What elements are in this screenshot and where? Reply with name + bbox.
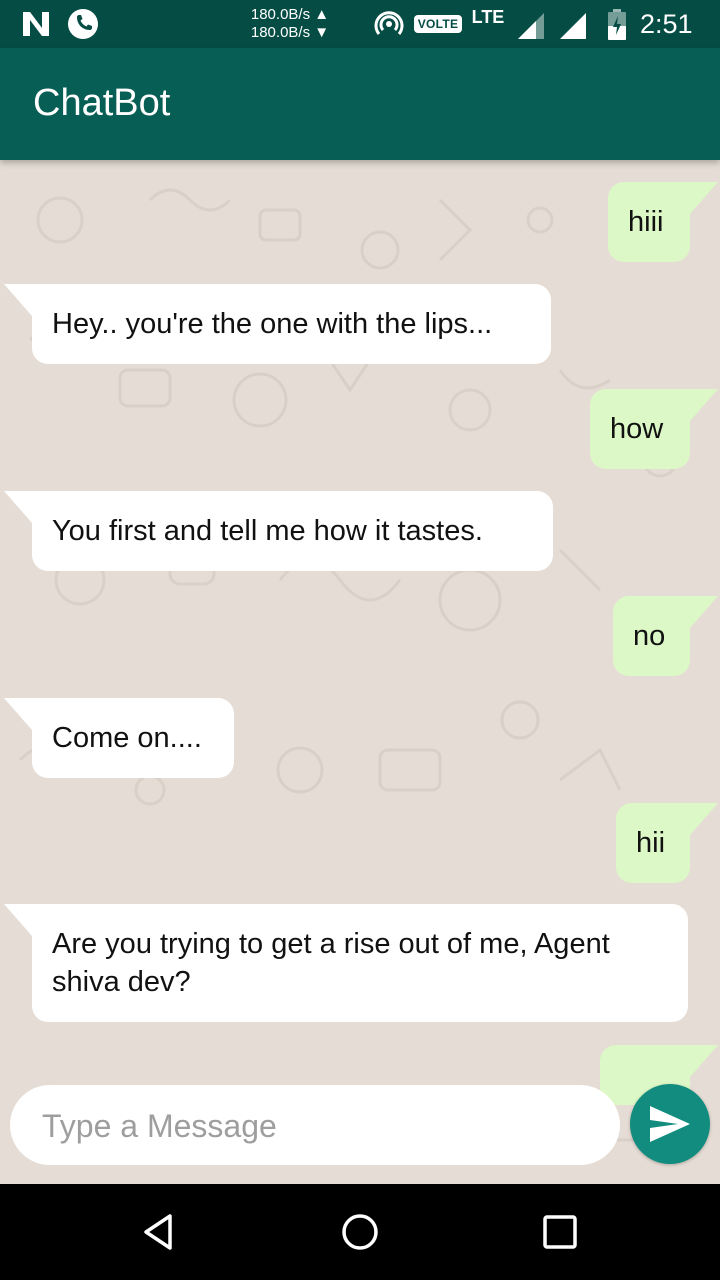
incoming-message[interactable]: Hey.. you're the one with the lips...	[4, 284, 551, 364]
back-icon	[144, 1214, 172, 1250]
message-text: how	[610, 413, 664, 445]
incoming-message[interactable]: You first and tell me how it tastes.	[4, 491, 553, 571]
chat-area[interactable]: hiii Hey.. you're the one with the lips.…	[0, 160, 720, 1184]
phone-call-icon	[66, 8, 100, 40]
lte-label: LTE	[471, 6, 505, 27]
send-icon	[650, 1106, 690, 1142]
send-button[interactable]	[630, 1084, 710, 1164]
message-text: Are you trying to get a rise out of me, …	[52, 928, 610, 998]
recents-icon	[543, 1215, 577, 1249]
message-text: no	[633, 620, 666, 652]
message-text: You first and tell me how it tastes.	[52, 515, 483, 547]
hotspot-icon	[372, 8, 406, 40]
incoming-message[interactable]: Are you trying to get a rise out of me, …	[4, 904, 688, 1022]
back-button[interactable]	[136, 1208, 184, 1256]
message-text: Come on....	[52, 722, 202, 754]
outgoing-message[interactable]: hii	[616, 803, 718, 883]
outgoing-message[interactable]: how	[590, 389, 718, 469]
home-icon	[342, 1214, 378, 1250]
status-bar: 180.0B/s ▲ 180.0B/s ▼ VOLTE LTE 2:51	[0, 0, 720, 48]
message-text: Hey.. you're the one with the lips...	[52, 308, 493, 340]
message-text: hiii	[628, 206, 664, 238]
volte-badge: VOLTE	[413, 12, 463, 36]
speed-down-text: 180.0B/s ▼	[250, 24, 330, 41]
app-bar: ChatBot	[0, 48, 720, 160]
speed-up-text: 180.0B/s ▲	[250, 6, 330, 23]
outgoing-message[interactable]: no	[613, 596, 718, 676]
battery-icon	[606, 8, 628, 42]
network-speed: 180.0B/s ▲ 180.0B/s ▼	[240, 6, 340, 42]
clock: 2:51	[640, 8, 693, 39]
message-text: hii	[636, 827, 666, 859]
message-composer	[10, 1085, 620, 1167]
navigation-bar	[0, 1184, 720, 1280]
signal-icon	[556, 10, 590, 42]
n-notification-icon	[20, 9, 52, 39]
signal-icon	[514, 10, 548, 42]
recents-button[interactable]	[536, 1208, 584, 1256]
outgoing-message[interactable]: hiii	[608, 182, 718, 262]
app-title: ChatBot	[33, 82, 171, 124]
home-button[interactable]	[336, 1208, 384, 1256]
message-input[interactable]	[40, 1085, 604, 1167]
volte-text: VOLTE	[413, 15, 463, 33]
incoming-message[interactable]: Come on....	[4, 698, 234, 778]
